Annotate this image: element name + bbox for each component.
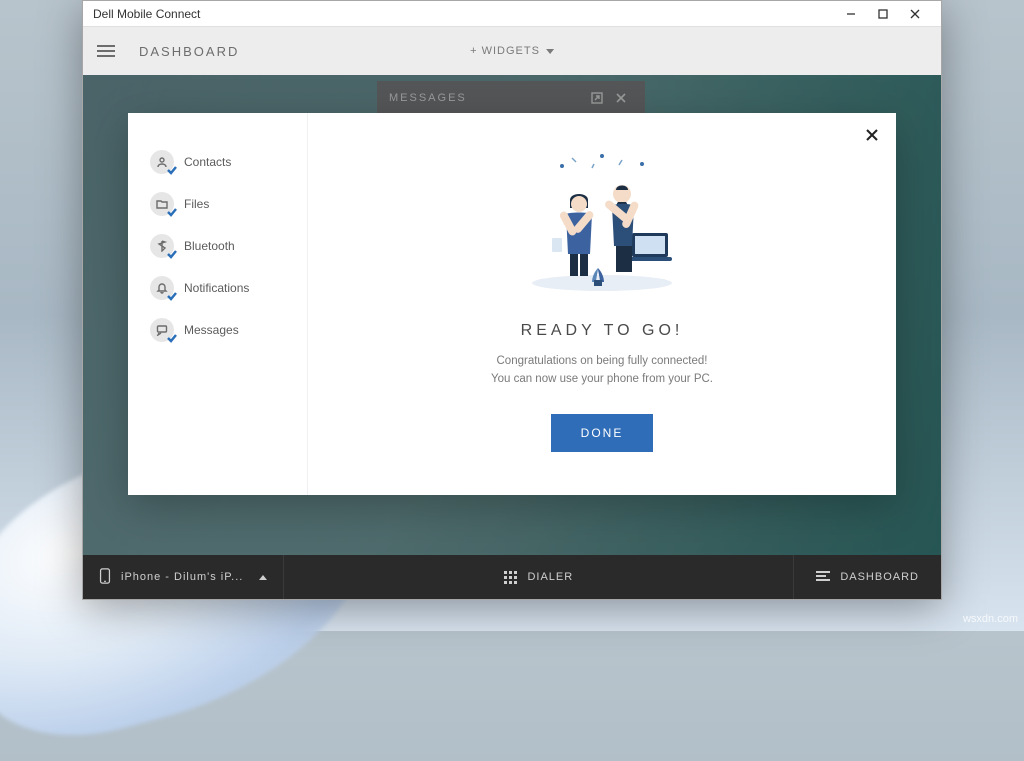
dashboard-button[interactable]: DASHBOARD [793, 555, 941, 599]
modal-subtitle: Congratulations on being fully connected… [491, 352, 713, 389]
watermark: wsxdn.com [963, 613, 1018, 625]
permission-item-notifications: Notifications [148, 267, 295, 309]
celebration-illustration [502, 148, 702, 298]
hamburger-icon[interactable] [97, 39, 121, 63]
device-label: iPhone - Dilum's iP... [121, 571, 243, 583]
modal-close-button[interactable] [860, 123, 884, 147]
contacts-icon [150, 150, 174, 174]
dashboard-icon [816, 571, 830, 583]
permission-item-contacts: Contacts [148, 141, 295, 183]
window-close-button[interactable] [899, 1, 931, 27]
dialer-button[interactable]: DIALER [284, 571, 793, 584]
permissions-panel: Contacts Files [128, 113, 308, 495]
dialer-label: DIALER [527, 571, 573, 583]
modal-title: READY TO GO! [521, 322, 684, 340]
permission-label: Files [184, 197, 209, 211]
chevron-down-icon [546, 49, 554, 54]
dialpad-icon [504, 571, 517, 584]
device-selector[interactable]: iPhone - Dilum's iP... [83, 555, 284, 599]
chevron-up-icon [259, 575, 267, 580]
add-widgets-button[interactable]: + WIDGETS [470, 45, 554, 57]
permission-label: Bluetooth [184, 239, 235, 253]
minimize-button[interactable] [835, 1, 867, 27]
app-window: Dell Mobile Connect DASHBOARD + WIDGETS … [82, 0, 942, 600]
titlebar: Dell Mobile Connect [83, 1, 941, 27]
add-widgets-label: + WIDGETS [470, 45, 540, 57]
permission-label: Messages [184, 323, 239, 337]
maximize-button[interactable] [867, 1, 899, 27]
bell-icon [150, 276, 174, 300]
files-icon [150, 192, 174, 216]
window-title: Dell Mobile Connect [93, 7, 200, 21]
modal-overlay: Contacts Files [83, 75, 941, 555]
phone-icon [99, 568, 111, 587]
done-button[interactable]: DONE [551, 414, 654, 452]
permission-label: Notifications [184, 281, 249, 295]
bottom-nav: iPhone - Dilum's iP... DIALER DASHBOARD [83, 555, 941, 599]
permission-item-bluetooth: Bluetooth [148, 225, 295, 267]
modal-content: READY TO GO! Congratulations on being fu… [308, 113, 896, 495]
permission-item-files: Files [148, 183, 295, 225]
bluetooth-icon [150, 234, 174, 258]
app-body: MESSAGES [83, 75, 941, 555]
messages-icon [150, 318, 174, 342]
permission-item-messages: Messages [148, 309, 295, 351]
setup-complete-modal: Contacts Files [128, 113, 896, 495]
app-header: DASHBOARD + WIDGETS [83, 27, 941, 75]
page-title: DASHBOARD [139, 44, 239, 59]
permissions-list: Contacts Files [148, 141, 295, 351]
dashboard-label: DASHBOARD [840, 571, 919, 583]
permission-label: Contacts [184, 155, 231, 169]
